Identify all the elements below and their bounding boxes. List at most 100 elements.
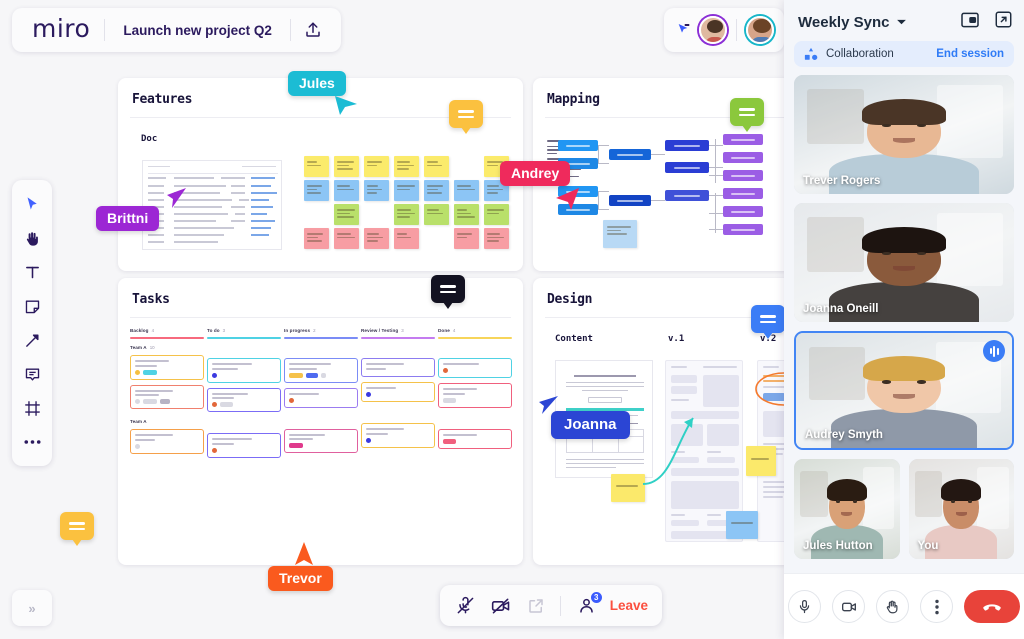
raise-hand-button[interactable]: [876, 590, 909, 623]
comment-tool[interactable]: [15, 357, 49, 391]
comment-bubble-tasks[interactable]: [431, 275, 465, 309]
sticky-note[interactable]: [454, 204, 479, 225]
sticky-note[interactable]: [424, 204, 449, 225]
picture-in-picture-icon[interactable]: [961, 12, 979, 33]
sticky-note[interactable]: [424, 180, 449, 201]
chevron-down-icon[interactable]: [896, 13, 907, 31]
sticky-note[interactable]: [484, 228, 509, 249]
pen-tool[interactable]: [15, 323, 49, 357]
kanban-card[interactable]: [130, 429, 204, 454]
comment-bubble-canvas[interactable]: [60, 512, 94, 546]
end-session-button[interactable]: End session: [936, 48, 1004, 60]
miro-canvas[interactable]: Features Doc Mapping Tasks Backlog 4 Tea…: [0, 0, 784, 639]
hand-pan-tool[interactable]: [15, 221, 49, 255]
frame-tool[interactable]: [15, 391, 49, 425]
mic-muted-icon[interactable]: [454, 594, 477, 618]
kanban-column[interactable]: In progress 2: [284, 328, 358, 453]
comment-bubble-features[interactable]: [449, 100, 483, 134]
kanban-column[interactable]: Done 4: [438, 328, 512, 449]
camera-button[interactable]: [832, 590, 865, 623]
flow-node[interactable]: [723, 134, 763, 145]
sticky-note[interactable]: [364, 228, 389, 249]
comment-bubble-design[interactable]: [751, 305, 784, 339]
sticky-note[interactable]: [454, 180, 479, 201]
collapse-panel-button[interactable]: »: [12, 590, 52, 626]
comment-bubble-mapping[interactable]: [730, 98, 764, 132]
avatar[interactable]: [699, 16, 727, 44]
participant-tile[interactable]: Joanna Oneill: [794, 203, 1014, 322]
flow-node[interactable]: [558, 140, 598, 151]
sticky-note[interactable]: [394, 204, 419, 225]
sticky-note[interactable]: [304, 228, 329, 249]
sticky-note[interactable]: [364, 180, 389, 201]
sticky-note[interactable]: [603, 220, 637, 248]
more-options-button[interactable]: [920, 590, 953, 623]
kanban-card[interactable]: [361, 382, 435, 402]
cursor-share-icon[interactable]: [676, 22, 692, 38]
flow-node[interactable]: [665, 190, 709, 201]
kanban-card[interactable]: [284, 428, 358, 453]
sticky-note[interactable]: [424, 156, 449, 177]
kanban-card[interactable]: [438, 428, 512, 449]
project-title[interactable]: Launch new project Q2: [105, 23, 290, 38]
text-tool[interactable]: [15, 255, 49, 289]
end-call-button[interactable]: [964, 590, 1020, 623]
sticky-note[interactable]: [334, 204, 359, 225]
sticky-note[interactable]: [746, 446, 776, 476]
sticky-note[interactable]: [611, 474, 645, 502]
flow-node[interactable]: [723, 170, 763, 181]
camera-muted-icon[interactable]: [489, 594, 512, 618]
participant-tile[interactable]: Audrey Smyth: [794, 331, 1014, 450]
flow-node[interactable]: [609, 149, 651, 160]
sticky-note[interactable]: [334, 156, 359, 177]
sticky-note[interactable]: [726, 511, 758, 539]
kanban-card[interactable]: [207, 433, 281, 458]
open-external-icon[interactable]: [995, 11, 1012, 33]
flow-node[interactable]: [723, 206, 763, 217]
flow-node[interactable]: [665, 162, 709, 173]
flow-node[interactable]: [723, 188, 763, 199]
sticky-note[interactable]: [304, 156, 329, 177]
kanban-card[interactable]: [284, 387, 358, 408]
select-cursor-tool[interactable]: [15, 187, 49, 221]
miro-logo[interactable]: miro: [18, 14, 104, 46]
collaboration-row[interactable]: Collaboration End session: [794, 41, 1014, 67]
leave-button[interactable]: Leave: [610, 598, 648, 613]
call-title[interactable]: Weekly Sync: [798, 14, 889, 31]
sticky-note[interactable]: [334, 180, 359, 201]
participant-tile[interactable]: Jules Hutton: [794, 459, 900, 559]
kanban-column[interactable]: Backlog 4 Team A 10 Team A: [130, 328, 204, 454]
sticky-note[interactable]: [454, 228, 479, 249]
more-tools[interactable]: [15, 425, 49, 459]
sticky-note[interactable]: [364, 156, 389, 177]
kanban-card[interactable]: [207, 387, 281, 412]
participant-tile[interactable]: You: [908, 459, 1014, 559]
doc-thumbnail[interactable]: [142, 160, 282, 250]
sticky-note[interactable]: [304, 180, 329, 201]
sticky-note[interactable]: [394, 228, 419, 249]
kanban-card[interactable]: [361, 358, 435, 377]
sticky-note[interactable]: [484, 204, 509, 225]
sticky-note[interactable]: [394, 180, 419, 201]
flow-node[interactable]: [723, 224, 763, 235]
sticky-note[interactable]: [334, 228, 359, 249]
kanban-card[interactable]: [130, 384, 204, 409]
kanban-card[interactable]: [438, 358, 512, 378]
kanban-card[interactable]: [284, 358, 358, 383]
kanban-column[interactable]: Review / Testing 3: [361, 328, 435, 448]
sticky-note[interactable]: [394, 156, 419, 177]
flow-node[interactable]: [665, 140, 709, 151]
kanban-card[interactable]: [361, 423, 435, 448]
participant-tile[interactable]: Trever Rogers: [794, 75, 1014, 194]
share-icon[interactable]: [291, 8, 335, 52]
kanban-card[interactable]: [438, 383, 512, 408]
sticky-note-tool[interactable]: [15, 289, 49, 323]
kanban-column[interactable]: To do 3: [207, 328, 281, 458]
share-screen-icon[interactable]: [524, 594, 547, 618]
board-tasks[interactable]: Tasks Backlog 4 Team A 10 Team A To do 3 In pro…: [118, 278, 523, 565]
flow-node[interactable]: [609, 195, 651, 206]
kanban-card[interactable]: [130, 355, 204, 380]
mic-button[interactable]: [788, 590, 821, 623]
avatar[interactable]: [746, 16, 774, 44]
participants-icon[interactable]: 3: [575, 590, 603, 618]
